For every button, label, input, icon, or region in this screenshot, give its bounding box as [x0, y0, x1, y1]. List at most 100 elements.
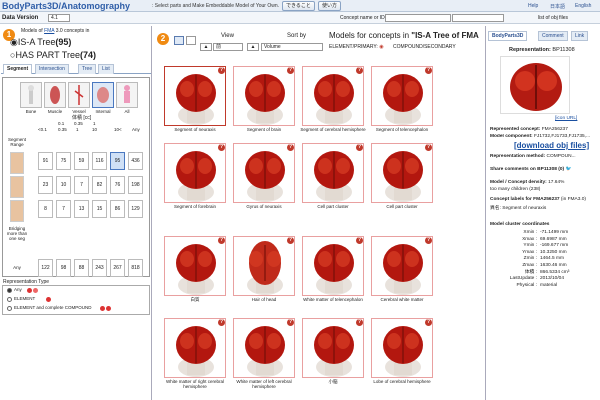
info-icon[interactable]: ?	[425, 319, 432, 326]
tab-link[interactable]: Link	[571, 31, 589, 41]
rep-any-radio[interactable]	[7, 288, 12, 293]
model-thumbnail[interactable]	[164, 66, 226, 126]
sort-order-button[interactable]: ▲	[247, 43, 259, 51]
grid-cell[interactable]: 116	[92, 152, 107, 170]
model-caption[interactable]: Gyrus of neuraxis	[231, 204, 297, 209]
app-logo[interactable]: BodyParts3D/Anatomography	[2, 0, 130, 12]
howto-button[interactable]: 使い方	[318, 1, 342, 11]
model-thumbnail[interactable]	[302, 318, 364, 378]
grid-cell[interactable]: 436	[128, 152, 143, 170]
model-caption[interactable]: Segment of cerebral hemisphere	[300, 127, 366, 132]
grid-cell-total[interactable]: 88	[74, 259, 89, 277]
grid-cell-total[interactable]: 267	[110, 259, 125, 277]
grid-cell[interactable]: 129	[128, 200, 143, 218]
model-caption[interactable]: Segment of forebrain	[162, 204, 228, 209]
grid-cell[interactable]: 15	[92, 200, 107, 218]
model-caption[interactable]: White matter of telencephalon	[300, 297, 366, 302]
lang-en-link[interactable]: English	[575, 3, 591, 9]
category-vessel[interactable]	[68, 82, 90, 108]
grid-cell[interactable]: 23	[38, 176, 53, 194]
category-all[interactable]	[116, 82, 138, 108]
model-thumbnail[interactable]	[233, 318, 295, 378]
model-thumbnail[interactable]	[371, 318, 433, 378]
grid-cell[interactable]: 59	[74, 152, 89, 170]
model-caption[interactable]: Cerebral white matter	[369, 297, 435, 302]
icon-url-link[interactable]: [icon URL]	[555, 116, 577, 122]
download-obj-link[interactable]: [download obj files]	[514, 141, 589, 150]
model-caption[interactable]: Cell part cluster	[300, 204, 366, 209]
grid-cell[interactable]: 8	[38, 200, 53, 218]
concept-search-input[interactable]	[385, 14, 451, 22]
info-icon[interactable]: ?	[425, 67, 432, 74]
grid-cell[interactable]: 7	[56, 200, 71, 218]
model-thumbnail[interactable]	[233, 143, 295, 203]
info-icon[interactable]: ?	[287, 237, 294, 244]
grid-cell-total[interactable]: 818	[128, 259, 143, 277]
model-caption[interactable]: 小脳	[300, 379, 366, 384]
grid-cell-total[interactable]: 243	[92, 259, 107, 277]
sort-select[interactable]: Volume	[261, 43, 323, 51]
grid-cell[interactable]: 86	[110, 200, 125, 218]
model-caption[interactable]: 白質	[162, 297, 228, 302]
grid-cell[interactable]: 10	[56, 176, 71, 194]
category-internal[interactable]	[92, 82, 114, 108]
model-thumbnail[interactable]	[371, 66, 433, 126]
obj-files-link[interactable]: list of obj files	[538, 15, 568, 21]
grid-cell[interactable]: 7	[74, 176, 89, 194]
model-thumbnail[interactable]	[164, 318, 226, 378]
tab-comment[interactable]: Comment	[538, 31, 568, 41]
tab-list[interactable]: List	[98, 64, 114, 74]
grid-cell[interactable]: 13	[74, 200, 89, 218]
model-caption[interactable]: Hair of head	[231, 297, 297, 302]
model-thumbnail[interactable]	[302, 143, 364, 203]
tab-intersection[interactable]: Intersection	[35, 64, 69, 74]
info-icon[interactable]: ?	[287, 67, 294, 74]
grid-cell[interactable]: 91	[38, 152, 53, 170]
model-caption[interactable]: Lobe of cerebral hemisphere	[369, 379, 435, 384]
info-icon[interactable]: ?	[218, 144, 225, 151]
isa-tree-radio[interactable]: ◉IS-A Tree(95)	[10, 37, 71, 48]
body-trunk-figure[interactable]	[10, 176, 24, 198]
grid-cell[interactable]: 198	[128, 176, 143, 194]
view-select[interactable]: 前	[213, 43, 243, 51]
info-icon[interactable]: ?	[356, 237, 363, 244]
grid-cell[interactable]: 95	[110, 152, 125, 170]
category-bone[interactable]	[20, 82, 42, 108]
model-caption[interactable]: Segment of telencephalon	[369, 127, 435, 132]
model-thumbnail[interactable]	[371, 143, 433, 203]
model-thumbnail[interactable]	[233, 236, 295, 296]
rep-complete-radio[interactable]	[7, 306, 12, 311]
lang-ja-link[interactable]: 日本語	[550, 3, 565, 10]
info-icon[interactable]: ?	[287, 144, 294, 151]
info-icon[interactable]: ?	[218, 67, 225, 74]
info-icon[interactable]: ?	[287, 319, 294, 326]
model-thumbnail[interactable]	[302, 236, 364, 296]
info-icon[interactable]: ?	[425, 144, 432, 151]
category-muscle[interactable]	[44, 82, 66, 108]
grid-view-icon[interactable]	[174, 36, 184, 45]
data-version-select[interactable]: 4.1	[48, 14, 70, 22]
concept-search-input-2[interactable]	[452, 14, 504, 22]
model-thumbnail[interactable]	[164, 143, 226, 203]
info-icon[interactable]: ?	[218, 237, 225, 244]
grid-cell[interactable]: 75	[56, 152, 71, 170]
share-comments-link[interactable]: Share comments on BP11308 (0) 🐦	[490, 167, 571, 173]
info-icon[interactable]: ?	[356, 144, 363, 151]
model-caption[interactable]: White matter of left cerebral hemisphere	[231, 379, 297, 389]
view-prev-button[interactable]: ▲	[200, 43, 212, 51]
model-thumbnail[interactable]	[233, 66, 295, 126]
info-icon[interactable]: ?	[425, 237, 432, 244]
model-caption[interactable]: Segment of brain	[231, 127, 297, 132]
tab-bodyparts3d[interactable]: BodyParts3D	[488, 31, 528, 41]
model-caption[interactable]: White matter of right cerebral hemispher…	[162, 379, 228, 389]
model-thumbnail[interactable]	[302, 66, 364, 126]
model-caption[interactable]: Cell part cluster	[369, 204, 435, 209]
list-view-icon[interactable]	[186, 36, 196, 45]
info-icon[interactable]: ?	[356, 319, 363, 326]
fma-link[interactable]: FMA	[44, 28, 54, 34]
rep-element-radio[interactable]	[7, 297, 12, 302]
grid-cell-total[interactable]: 122	[38, 259, 53, 277]
help-link[interactable]: Help	[528, 3, 538, 9]
model-thumbnail[interactable]	[164, 236, 226, 296]
grid-cell-total[interactable]: 98	[56, 259, 71, 277]
